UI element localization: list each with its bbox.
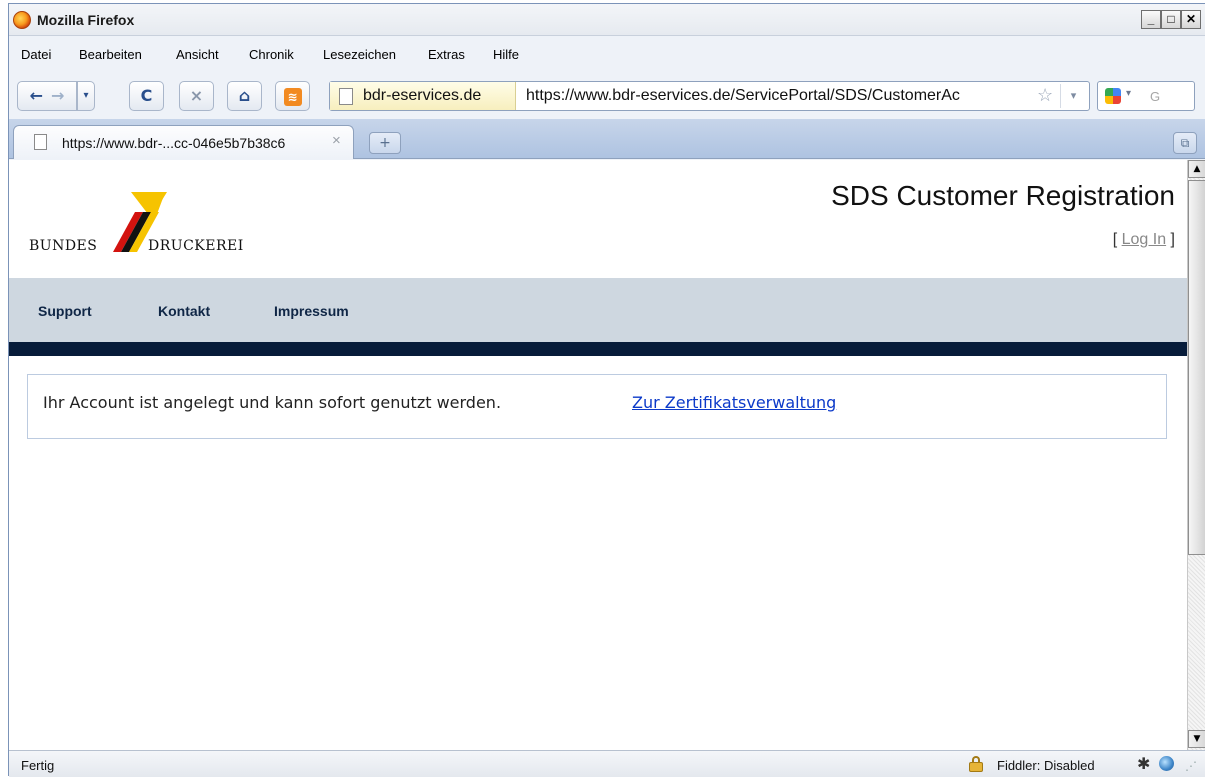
menu-bearbeiten[interactable]: Bearbeiten [79,47,142,62]
status-text: Fertig [21,758,55,773]
login-bracket-close: ] [1166,231,1175,248]
navigation-toolbar: ← → ▾ C × ⌂ ≋ bdr-eservices.de https://ww… [9,74,1205,114]
logo-word-bundes: BUNDES [29,238,98,254]
menu-chronik[interactable]: Chronik [249,47,294,62]
success-notice: Ihr Account ist angelegt und kann sofort… [27,374,1167,439]
minimize-button[interactable]: _ [1141,10,1161,29]
back-button[interactable]: ← → [17,81,77,111]
notice-message: Ihr Account ist angelegt und kann sofort… [43,393,502,412]
site-identity-label: bdr-eservices.de [363,87,482,104]
maximize-button[interactable]: □ [1161,10,1181,29]
tab-close-icon[interactable]: × [332,132,341,149]
site-nav: Support Kontakt Impressum [9,278,1187,342]
menu-lesezeichen[interactable]: Lesezeichen [323,47,396,62]
list-all-tabs-button[interactable]: ⧉ [1173,132,1197,154]
search-input[interactable]: G [1150,89,1160,104]
browser-window: Mozilla Firefox _ □ ✕ Datei Bearbeiten A… [8,3,1205,777]
nav-impressum[interactable]: Impressum [274,303,349,319]
menu-bar: Datei Bearbeiten Ansicht Chronik Lesezei… [9,44,1205,66]
url-input[interactable]: https://www.bdr-eservices.de/ServicePort… [526,87,1026,105]
login-area: [ Log In ] [1113,231,1175,249]
page-title: SDS Customer Registration [831,180,1175,211]
tab-active[interactable]: https://www.bdr-...cc-046e5b7b38c6 × [13,125,354,159]
url-dropdown-button[interactable]: ▾ [1060,84,1086,108]
page-content: BUNDES DRUCKEREI SDS Customer Registrati… [9,160,1187,750]
menu-extras[interactable]: Extras [428,47,465,62]
feed-button[interactable]: ≋ [275,81,310,111]
globe-icon[interactable] [1159,756,1174,771]
logo-word-druckerei: DRUCKEREI [148,238,244,254]
home-icon: ⌂ [238,86,251,105]
rss-feed-icon: ≋ [283,87,302,106]
history-dropdown-button[interactable]: ▾ [77,81,95,111]
stop-icon: × [189,86,204,105]
certificate-management-link[interactable]: Zur Zertifikatsverwaltung [632,393,836,412]
nav-kontakt[interactable]: Kontakt [158,303,210,319]
firefox-logo-icon [13,11,31,29]
lock-icon[interactable] [969,756,983,772]
nav-support[interactable]: Support [38,303,92,319]
bundesdruckerei-logo[interactable]: BUNDES DRUCKEREI [29,192,259,254]
scroll-down-button[interactable]: ▼ [1188,730,1205,748]
scroll-up-button[interactable]: ▲ [1188,160,1205,178]
search-box[interactable]: ▾ G [1097,81,1195,111]
page-icon [339,88,353,105]
home-button[interactable]: ⌂ [227,81,262,111]
google-engine-icon[interactable] [1105,88,1121,104]
menu-datei[interactable]: Datei [21,47,51,62]
close-button[interactable]: ✕ [1181,10,1201,29]
menu-ansicht[interactable]: Ansicht [176,47,219,62]
fiddler-icon[interactable]: ✱ [1137,754,1150,774]
forward-icon: → [51,86,65,105]
window-title: Mozilla Firefox [37,12,135,28]
new-tab-button[interactable]: + [369,132,401,154]
search-engine-dropdown-icon[interactable]: ▾ [1126,88,1131,99]
tab-bar: https://www.bdr-...cc-046e5b7b38c6 × + ⧉ [9,119,1205,159]
fiddler-status[interactable]: Fiddler: Disabled [997,758,1095,773]
back-icon: ← [29,86,43,105]
tab-title: https://www.bdr-...cc-046e5b7b38c6 [62,135,286,151]
menu-hilfe[interactable]: Hilfe [493,47,519,62]
url-bar[interactable]: bdr-eservices.de https://www.bdr-eservic… [329,81,1090,111]
resize-grip-icon[interactable]: ⋰ [1185,759,1197,773]
lock-body [969,762,983,772]
login-link[interactable]: Log In [1122,231,1166,248]
header-divider [9,342,1187,356]
login-bracket-open: [ [1112,231,1122,248]
reload-button[interactable]: C [129,81,164,111]
tab-page-icon [34,134,47,150]
vertical-scrollbar[interactable]: ▲ ▼ [1187,160,1205,750]
bookmark-star-icon[interactable]: ☆ [1037,85,1053,106]
status-bar: Fertig Fiddler: Disabled ✱ ⋰ [9,750,1205,777]
scroll-thumb[interactable] [1188,180,1205,555]
reload-icon: C [140,86,153,105]
title-bar[interactable]: Mozilla Firefox _ □ ✕ [9,4,1205,36]
site-identity-button[interactable]: bdr-eservices.de [330,82,516,110]
stop-button[interactable]: × [179,81,214,111]
